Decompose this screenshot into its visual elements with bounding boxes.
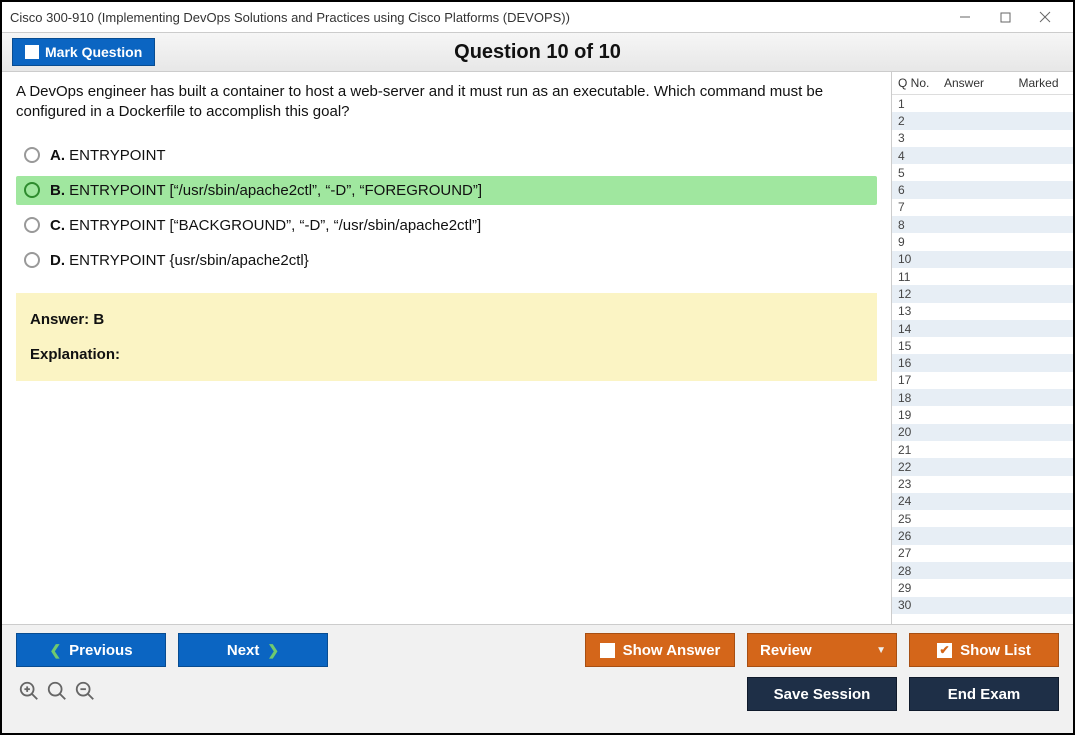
nav-row[interactable]: 24 bbox=[892, 493, 1073, 510]
previous-button[interactable]: ❮ Previous bbox=[16, 633, 166, 667]
nav-row[interactable]: 3 bbox=[892, 130, 1073, 147]
checkbox-icon bbox=[25, 45, 39, 59]
title-bar: Cisco 300-910 (Implementing DevOps Solut… bbox=[2, 2, 1073, 32]
nav-row[interactable]: 23 bbox=[892, 476, 1073, 493]
mark-question-button[interactable]: Mark Question bbox=[12, 38, 155, 66]
question-text: A DevOps engineer has built a container … bbox=[16, 82, 877, 123]
question-nav-pane: Q No. Answer Marked 12345678910111213141… bbox=[891, 72, 1073, 624]
nav-row[interactable]: 16 bbox=[892, 354, 1073, 371]
mark-question-label: Mark Question bbox=[45, 44, 142, 60]
chevron-left-icon: ❮ bbox=[49, 642, 61, 659]
nav-row[interactable]: 12 bbox=[892, 285, 1073, 302]
zoom-in-icon[interactable] bbox=[18, 680, 40, 708]
nav-row[interactable]: 27 bbox=[892, 545, 1073, 562]
radio-icon bbox=[24, 217, 40, 233]
answer-label: Answer: B bbox=[30, 311, 863, 328]
nav-row[interactable]: 25 bbox=[892, 510, 1073, 527]
footer: ❮ Previous Next ❯ Show Answer Review ▼ ✔… bbox=[2, 624, 1073, 733]
nav-row[interactable]: 11 bbox=[892, 268, 1073, 285]
checkbox-checked-icon: ✔ bbox=[937, 643, 952, 658]
option-c[interactable]: C. ENTRYPOINT [“BACKGROUND”, “-D”, “/usr… bbox=[16, 211, 877, 240]
nav-row[interactable]: 30 bbox=[892, 597, 1073, 614]
nav-row[interactable]: 22 bbox=[892, 458, 1073, 475]
nav-row[interactable]: 2 bbox=[892, 112, 1073, 129]
nav-row[interactable]: 6 bbox=[892, 181, 1073, 198]
question-pane: A DevOps engineer has built a container … bbox=[2, 72, 891, 624]
checkbox-icon bbox=[600, 643, 615, 658]
zoom-out-icon[interactable] bbox=[74, 680, 96, 708]
nav-row[interactable]: 29 bbox=[892, 579, 1073, 596]
zoom-reset-icon[interactable] bbox=[46, 680, 68, 708]
nav-row[interactable]: 19 bbox=[892, 406, 1073, 423]
col-answer: Answer bbox=[944, 76, 1010, 90]
close-button[interactable] bbox=[1025, 5, 1065, 29]
nav-row[interactable]: 8 bbox=[892, 216, 1073, 233]
zoom-controls bbox=[16, 680, 96, 708]
chevron-right-icon: ❯ bbox=[267, 642, 279, 659]
nav-row[interactable]: 13 bbox=[892, 303, 1073, 320]
review-dropdown[interactable]: Review ▼ bbox=[747, 633, 897, 667]
nav-row[interactable]: 7 bbox=[892, 199, 1073, 216]
next-button[interactable]: Next ❯ bbox=[178, 633, 328, 667]
nav-row[interactable]: 1 bbox=[892, 95, 1073, 112]
nav-header: Q No. Answer Marked bbox=[892, 72, 1073, 95]
answer-box: Answer: B Explanation: bbox=[16, 293, 877, 381]
nav-row[interactable]: 9 bbox=[892, 233, 1073, 250]
nav-row[interactable]: 10 bbox=[892, 251, 1073, 268]
show-list-button[interactable]: ✔ Show List bbox=[909, 633, 1059, 667]
caret-down-icon: ▼ bbox=[876, 645, 886, 656]
nav-row[interactable]: 18 bbox=[892, 389, 1073, 406]
nav-row[interactable]: 26 bbox=[892, 527, 1073, 544]
nav-row[interactable]: 15 bbox=[892, 337, 1073, 354]
nav-row[interactable]: 20 bbox=[892, 424, 1073, 441]
radio-icon bbox=[24, 147, 40, 163]
maximize-button[interactable] bbox=[985, 5, 1025, 29]
nav-row[interactable]: 17 bbox=[892, 372, 1073, 389]
radio-icon bbox=[24, 252, 40, 268]
nav-row[interactable]: 28 bbox=[892, 562, 1073, 579]
minimize-button[interactable] bbox=[945, 5, 985, 29]
end-exam-button[interactable]: End Exam bbox=[909, 677, 1059, 711]
nav-row[interactable]: 21 bbox=[892, 441, 1073, 458]
save-session-button[interactable]: Save Session bbox=[747, 677, 897, 711]
nav-row[interactable]: 14 bbox=[892, 320, 1073, 337]
nav-row[interactable]: 5 bbox=[892, 164, 1073, 181]
window-title: Cisco 300-910 (Implementing DevOps Solut… bbox=[10, 10, 945, 25]
radio-icon bbox=[24, 182, 40, 198]
col-marked: Marked bbox=[1010, 76, 1067, 90]
option-d[interactable]: D. ENTRYPOINT {usr/sbin/apache2ctl} bbox=[16, 246, 877, 275]
show-answer-button[interactable]: Show Answer bbox=[585, 633, 735, 667]
question-counter: Question 10 of 10 bbox=[2, 41, 1073, 64]
option-b[interactable]: B. ENTRYPOINT [“/usr/sbin/apache2ctl”, “… bbox=[16, 176, 877, 205]
nav-row[interactable]: 4 bbox=[892, 147, 1073, 164]
option-a[interactable]: A. ENTRYPOINT bbox=[16, 141, 877, 170]
header-bar: Mark Question Question 10 of 10 bbox=[2, 32, 1073, 72]
nav-list[interactable]: 1234567891011121314151617181920212223242… bbox=[892, 95, 1073, 624]
explanation-label: Explanation: bbox=[30, 346, 863, 363]
col-qno: Q No. bbox=[898, 76, 944, 90]
